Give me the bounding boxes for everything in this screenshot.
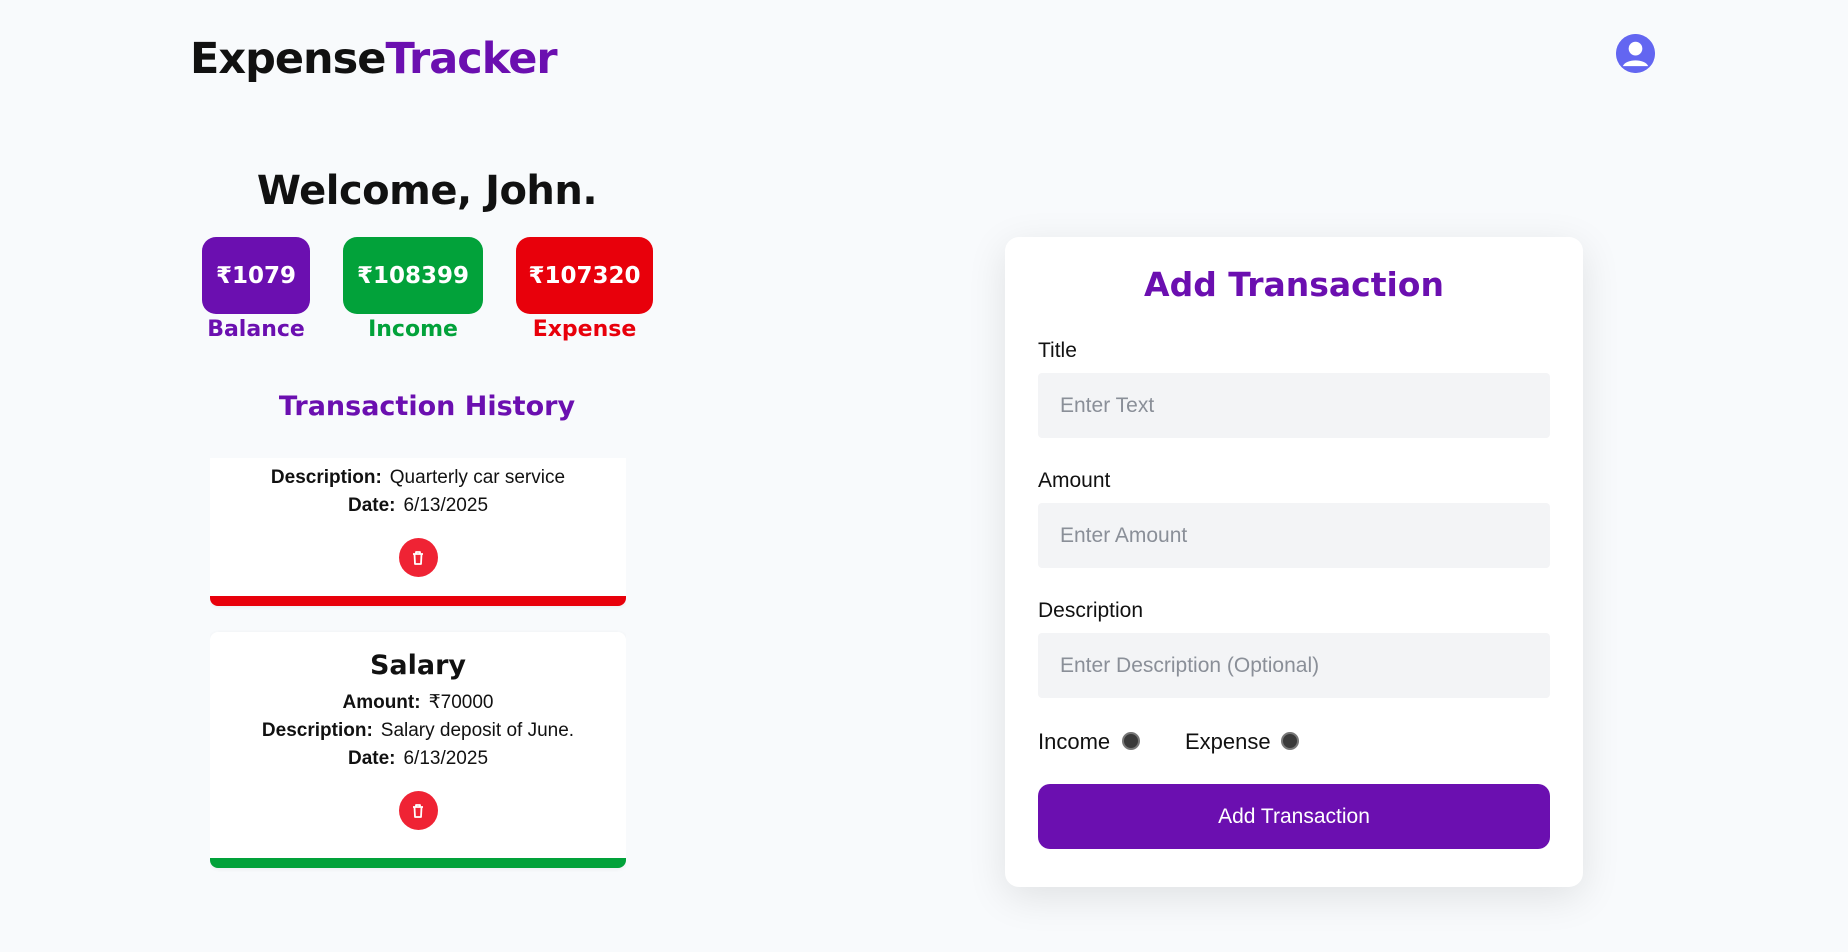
- income-radio-label[interactable]: Income: [1038, 729, 1110, 755]
- transaction-description-row: Description: Salary deposit of June.: [210, 717, 626, 745]
- transaction-date: 6/13/2025: [403, 748, 489, 769]
- description-label: Description:: [270, 467, 382, 488]
- date-label: Date:: [347, 495, 396, 516]
- income-label: Income: [368, 317, 458, 342]
- expense-value: ₹107320: [528, 262, 641, 289]
- income-card: ₹108399: [343, 237, 483, 314]
- logo-part-tracker: Tracker: [385, 34, 557, 84]
- date-label: Date:: [347, 748, 396, 769]
- delete-transaction-button[interactable]: [398, 791, 438, 830]
- transaction-date-row: Date: 6/13/2025: [210, 492, 626, 520]
- amount-input[interactable]: [1038, 503, 1550, 568]
- expense-label: Expense: [532, 317, 637, 342]
- add-transaction-form: Add Transaction Title Amount Description…: [1005, 237, 1583, 887]
- transaction-amount-row: Amount: ₹70000: [210, 689, 626, 717]
- title-field-label: Title: [1038, 339, 1077, 362]
- income-indicator-bar: [210, 858, 626, 868]
- transaction-card: Salary Amount: ₹70000 Description: Salary …: [210, 632, 626, 868]
- page: ExpenseTracker Welcome, John. ₹1079 ₹108…: [0, 0, 1848, 952]
- balance-card: ₹1079: [202, 237, 310, 314]
- user-avatar-icon[interactable]: [1616, 34, 1655, 73]
- logo-part-expense: Expense: [190, 34, 386, 84]
- transaction-history-title: Transaction History: [278, 391, 576, 422]
- expense-card: ₹107320: [516, 237, 653, 314]
- form-title: Add Transaction: [1144, 265, 1444, 304]
- expense-radio[interactable]: [1281, 732, 1299, 750]
- expense-indicator-bar: [210, 596, 626, 606]
- expense-radio-label[interactable]: Expense: [1185, 729, 1271, 755]
- transaction-history-list[interactable]: Description: Quarterly car service Date: 6…: [210, 458, 626, 878]
- transaction-description: Quarterly car service: [389, 467, 566, 488]
- income-value: ₹108399: [356, 262, 470, 289]
- description-label: Description:: [261, 720, 373, 741]
- trash-icon: [413, 803, 423, 818]
- transaction-date-row: Date: 6/13/2025: [210, 745, 626, 773]
- transaction-title: Salary: [369, 650, 467, 681]
- description-field-label: Description: [1038, 599, 1144, 622]
- transaction-description: Salary deposit of June.: [380, 720, 575, 741]
- amount-field-label: Amount: [1038, 469, 1111, 492]
- amount-label: Amount:: [342, 692, 421, 713]
- transaction-description-row: Description: Quarterly car service: [210, 464, 626, 492]
- trash-icon: [413, 550, 423, 565]
- income-radio[interactable]: [1122, 732, 1140, 750]
- title-input[interactable]: [1038, 373, 1550, 438]
- balance-label: Balance: [207, 317, 305, 342]
- add-transaction-button[interactable]: Add Transaction: [1038, 784, 1550, 849]
- description-input[interactable]: [1038, 633, 1550, 698]
- transaction-amount: ₹70000: [428, 692, 494, 713]
- app-logo[interactable]: ExpenseTracker: [190, 34, 558, 84]
- delete-transaction-button[interactable]: [398, 538, 438, 577]
- welcome-heading: Welcome, John.: [256, 168, 598, 214]
- balance-value: ₹1079: [215, 262, 297, 289]
- transaction-card: Description: Quarterly car service Date: 6…: [210, 458, 626, 606]
- transaction-date: 6/13/2025: [403, 495, 489, 516]
